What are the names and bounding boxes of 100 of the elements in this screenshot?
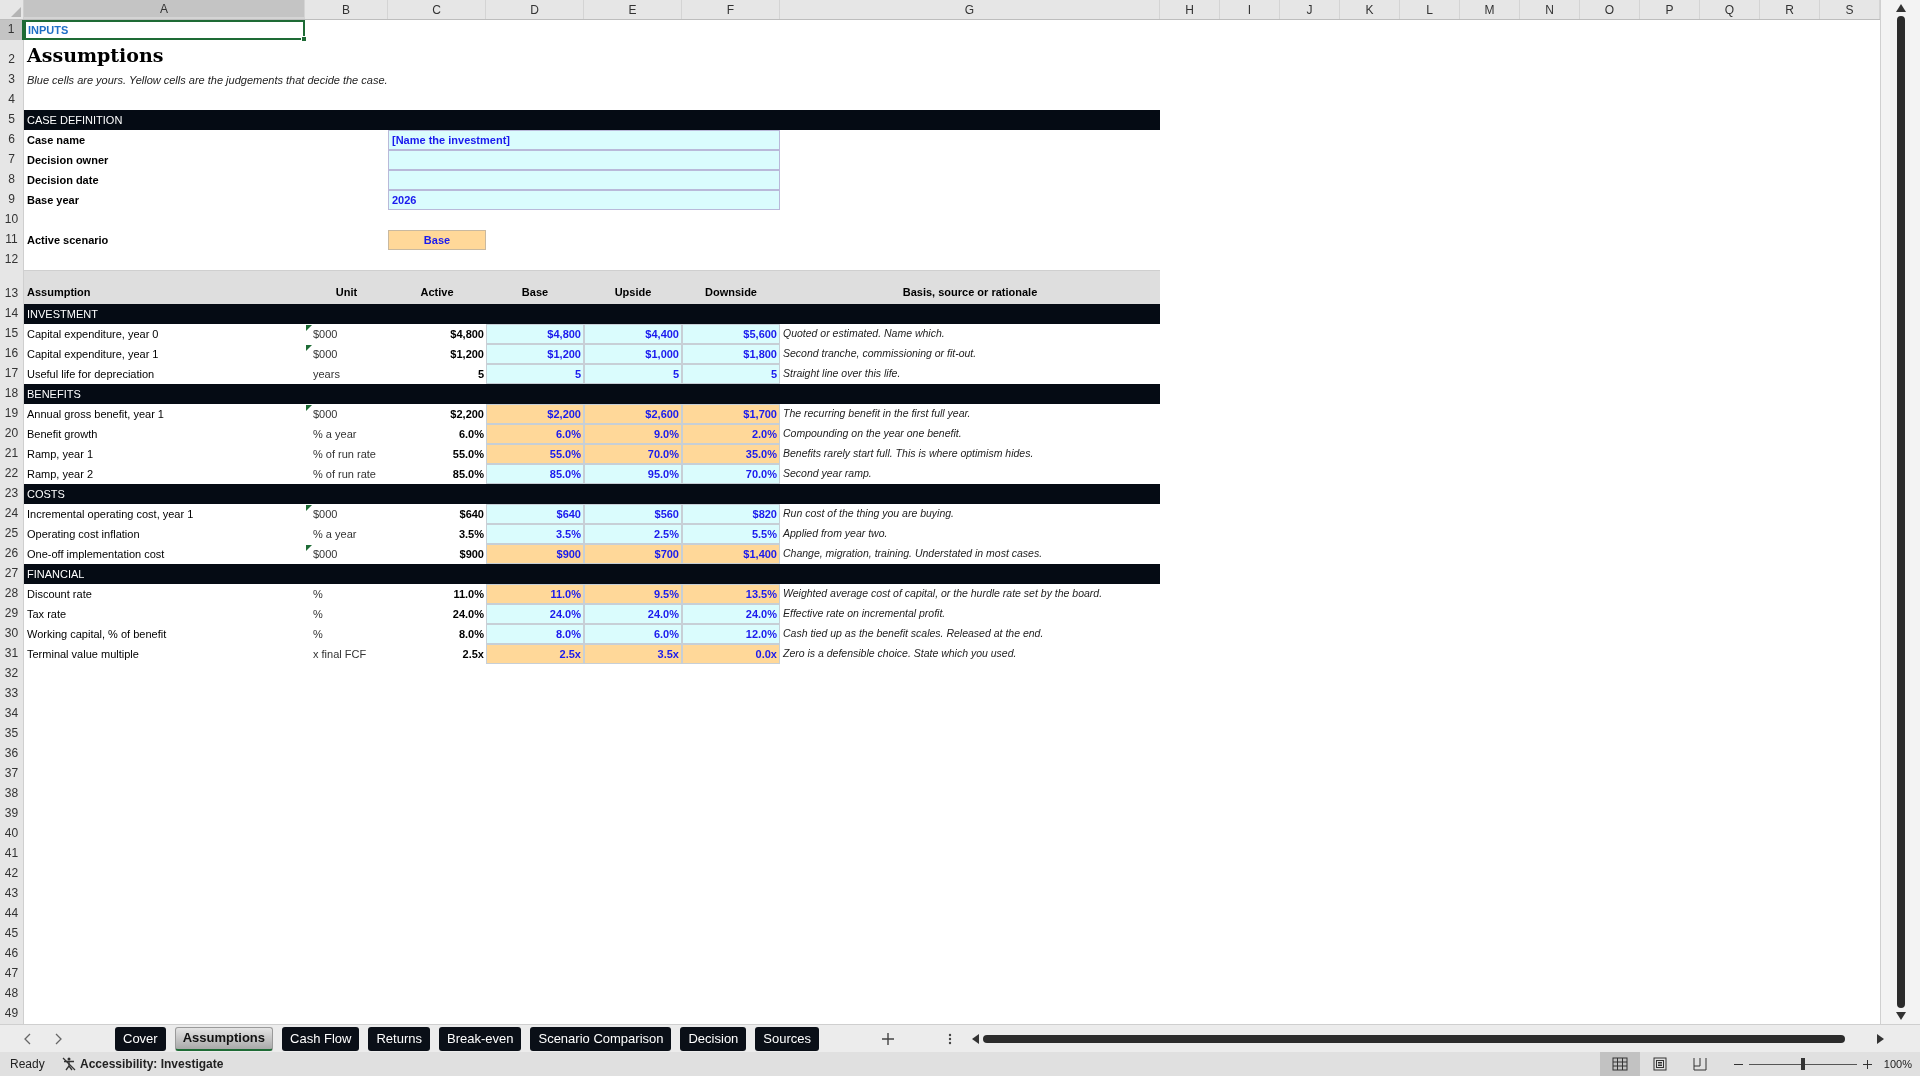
input-cell[interactable]: 9.0% (584, 424, 682, 444)
input-cell[interactable]: 85.0% (486, 464, 584, 484)
more-options-icon[interactable] (948, 1032, 952, 1045)
scroll-right-icon[interactable] (1877, 1033, 1884, 1044)
comment-indicator[interactable] (306, 505, 312, 511)
sheet-tab[interactable]: Returns (368, 1026, 430, 1051)
column-header[interactable]: L (1400, 0, 1460, 19)
row-number[interactable]: 23 (0, 484, 24, 504)
row-number[interactable]: 44 (0, 904, 24, 924)
input-cell[interactable]: $4,400 (584, 324, 682, 344)
scroll-down-icon[interactable] (1895, 1012, 1906, 1020)
input-field[interactable] (388, 150, 780, 170)
comment-indicator[interactable] (306, 325, 312, 331)
row-number[interactable]: 9 (0, 190, 24, 210)
sheet-tab[interactable]: Break-even (439, 1026, 522, 1051)
normal-view-icon[interactable] (1611, 1057, 1628, 1071)
row-number[interactable]: 2 (0, 40, 24, 70)
input-cell[interactable]: 11.0% (486, 584, 584, 604)
chevron-left-icon[interactable] (24, 1032, 32, 1045)
input-field[interactable] (388, 170, 780, 190)
input-cell[interactable]: 35.0% (682, 444, 780, 464)
input-cell[interactable]: 9.5% (584, 584, 682, 604)
zoom-level[interactable]: 100% (1883, 1055, 1912, 1073)
input-cell[interactable]: 55.0% (486, 444, 584, 464)
column-header[interactable]: R (1760, 0, 1820, 19)
page-layout-view-icon[interactable] (1651, 1057, 1668, 1071)
row-number[interactable]: 11 (0, 230, 24, 250)
row-number[interactable]: 24 (0, 504, 24, 524)
column-header[interactable]: M (1460, 0, 1520, 19)
column-header[interactable]: I (1220, 0, 1280, 19)
input-cell[interactable]: $4,800 (486, 324, 584, 344)
row-number[interactable]: 10 (0, 210, 24, 230)
scroll-left-icon[interactable] (972, 1033, 979, 1044)
input-cell[interactable]: 3.5% (486, 524, 584, 544)
input-cell[interactable]: 0.0x (682, 644, 780, 664)
column-header[interactable]: A (24, 0, 305, 19)
sheet-tab[interactable]: Decision (680, 1026, 747, 1051)
sheet-tab[interactable]: Cover (115, 1026, 166, 1051)
vertical-scrollbar[interactable] (1880, 0, 1920, 1024)
input-cell[interactable]: 6.0% (584, 624, 682, 644)
zoom-in-icon[interactable] (1862, 1059, 1872, 1069)
row-number[interactable]: 41 (0, 844, 24, 864)
row-number[interactable]: 26 (0, 544, 24, 564)
row-number[interactable]: 38 (0, 784, 24, 804)
fill-handle[interactable] (301, 36, 307, 42)
row-number[interactable]: 28 (0, 584, 24, 604)
input-cell[interactable]: 12.0% (682, 624, 780, 644)
row-number[interactable]: 40 (0, 824, 24, 844)
column-header[interactable]: E (584, 0, 682, 19)
input-cell[interactable]: $1,800 (682, 344, 780, 364)
column-header[interactable]: O (1580, 0, 1640, 19)
input-cell[interactable]: 5 (486, 364, 584, 384)
row-number[interactable]: 18 (0, 384, 24, 404)
row-number[interactable]: 29 (0, 604, 24, 624)
input-cell[interactable]: 70.0% (584, 444, 682, 464)
scroll-up-icon[interactable] (1895, 4, 1906, 12)
column-header[interactable]: F (682, 0, 780, 19)
sheet-tab[interactable]: Assumptions (174, 1026, 274, 1051)
input-cell[interactable]: $2,600 (584, 404, 682, 424)
row-number[interactable]: 48 (0, 984, 24, 1004)
input-cell[interactable]: $1,000 (584, 344, 682, 364)
column-header[interactable]: J (1280, 0, 1340, 19)
row-number[interactable]: 35 (0, 724, 24, 744)
column-header[interactable]: D (486, 0, 584, 19)
row-number[interactable]: 37 (0, 764, 24, 784)
input-cell[interactable]: 2.0% (682, 424, 780, 444)
row-number[interactable]: 32 (0, 664, 24, 684)
row-number[interactable]: 8 (0, 170, 24, 190)
column-header[interactable]: G (780, 0, 1160, 19)
scrollbar-thumb[interactable] (1896, 16, 1905, 1008)
row-number[interactable]: 45 (0, 924, 24, 944)
row-number[interactable]: 30 (0, 624, 24, 644)
row-number[interactable]: 6 (0, 130, 24, 150)
input-cell[interactable]: 2.5x (486, 644, 584, 664)
input-cell[interactable]: $640 (486, 504, 584, 524)
sheet-tab[interactable]: Scenario Comparison (530, 1026, 672, 1051)
row-number[interactable]: 14 (0, 304, 24, 324)
column-header[interactable]: C (388, 0, 486, 19)
page-break-view-icon[interactable] (1691, 1057, 1708, 1071)
input-cell[interactable]: $1,400 (682, 544, 780, 564)
row-number[interactable]: 15 (0, 324, 24, 344)
comment-indicator[interactable] (306, 345, 312, 351)
input-cell[interactable]: 24.0% (682, 604, 780, 624)
row-number[interactable]: 17 (0, 364, 24, 384)
input-cell[interactable]: 13.5% (682, 584, 780, 604)
accessibility-button[interactable]: Accessibility: Investigate (80, 1055, 224, 1073)
row-number[interactable]: 19 (0, 404, 24, 424)
row-number[interactable]: 34 (0, 704, 24, 724)
row-number[interactable]: 12 (0, 250, 24, 270)
row-number[interactable]: 25 (0, 524, 24, 544)
row-number[interactable]: 33 (0, 684, 24, 704)
column-header[interactable]: H (1160, 0, 1220, 19)
slider-thumb[interactable] (1800, 1058, 1805, 1070)
row-number[interactable]: 36 (0, 744, 24, 764)
input-cell[interactable]: 5 (584, 364, 682, 384)
row-number[interactable]: 5 (0, 110, 24, 130)
input-cell[interactable]: $700 (584, 544, 682, 564)
column-header[interactable]: Q (1700, 0, 1760, 19)
input-cell[interactable]: 5.5% (682, 524, 780, 544)
row-number[interactable]: 20 (0, 424, 24, 444)
